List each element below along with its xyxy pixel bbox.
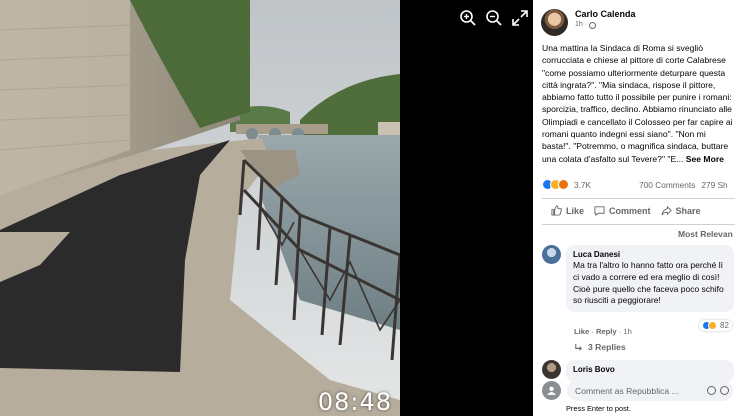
- viewer-controls: [458, 8, 530, 28]
- commenter-avatar[interactable]: [542, 245, 561, 264]
- share-icon: [660, 205, 672, 216]
- comment-reaction-count: 82: [720, 321, 729, 330]
- photo-viewer: 08:48 Carlo Calenda 1h · Una mattina la …: [0, 0, 735, 416]
- shares-count[interactable]: 279 Sh: [701, 180, 727, 190]
- author-avatar[interactable]: [541, 9, 568, 36]
- thumbs-up-icon: [551, 205, 562, 216]
- post-panel: Carlo Calenda 1h · Una mattina la Sindac…: [533, 0, 735, 416]
- comments-count[interactable]: 700 Comments: [639, 180, 695, 190]
- comment-text: Ma tra l'altro lo hanno fatto ora perché…: [573, 260, 724, 306]
- reactions-count[interactable]: 3.7K: [574, 180, 591, 190]
- comment-icon: [594, 206, 605, 216]
- comment-bubble: Luca Danesi Ma tra l'altro lo hanno fatt…: [566, 245, 734, 313]
- like-label: Like: [566, 205, 585, 216]
- zoom-out-icon[interactable]: [484, 8, 504, 28]
- comment-actions: Like · Reply · 1h: [574, 327, 632, 336]
- post-body: Una mattina la Sindaca di Roma si svegli…: [542, 42, 735, 165]
- author-block: Carlo Calenda 1h ·: [575, 9, 636, 30]
- camera-icon[interactable]: [720, 386, 729, 395]
- replies-count: 3 Replies: [588, 342, 626, 352]
- reply-arrow-icon: [575, 343, 582, 351]
- commenter-name[interactable]: Luca Danesi: [573, 249, 727, 260]
- comment-reply-link[interactable]: Reply: [596, 327, 617, 336]
- post-meta: 1h ·: [575, 20, 636, 30]
- comment-item: Luca Danesi Ma tra l'altro lo hanno fatt…: [542, 245, 734, 313]
- divider: [542, 198, 735, 199]
- comment-item: Loris Bovo: [542, 360, 734, 382]
- see-more-link[interactable]: See More: [686, 154, 724, 164]
- current-user-avatar: [542, 381, 561, 400]
- zoom-in-icon[interactable]: [458, 8, 478, 28]
- post-photo[interactable]: [0, 0, 400, 416]
- commenter-name[interactable]: Loris Bovo: [573, 364, 727, 375]
- fullscreen-icon[interactable]: [510, 8, 530, 28]
- comment-time[interactable]: 1h: [623, 327, 631, 336]
- comment-like-link[interactable]: Like: [574, 327, 589, 336]
- comment-bubble: Loris Bovo: [566, 360, 734, 382]
- post-text: Una mattina la Sindaca di Roma si svegli…: [542, 43, 733, 164]
- share-button[interactable]: Share: [660, 205, 701, 216]
- comment-button[interactable]: Comment: [594, 205, 651, 216]
- post-header: Carlo Calenda 1h ·: [541, 9, 636, 36]
- author-name[interactable]: Carlo Calenda: [575, 9, 636, 20]
- composer-hint: Press Enter to post.: [566, 404, 631, 413]
- emoji-icon[interactable]: [707, 386, 716, 395]
- reaction-bar: 3.7K 700 Comments 279 Sh: [542, 179, 735, 190]
- comment-reactions[interactable]: 82: [699, 320, 732, 331]
- comment-input[interactable]: Comment as Repubblica ...: [567, 380, 733, 401]
- divider: [542, 224, 735, 225]
- comment-label: Comment: [609, 205, 651, 216]
- comment-composer: Comment as Repubblica ...: [542, 380, 733, 401]
- composer-icons: [707, 386, 733, 395]
- post-time[interactable]: 1h ·: [575, 20, 587, 30]
- angry-reaction-icon: [558, 179, 569, 190]
- share-label: Share: [675, 205, 701, 216]
- post-actions: Like Comment Share: [551, 205, 711, 216]
- globe-icon: [589, 21, 597, 29]
- video-timestamp: 08:48: [317, 388, 392, 416]
- reaction-icons[interactable]: [542, 179, 569, 190]
- haha-reaction-icon: [708, 321, 717, 330]
- comment-input-placeholder: Comment as Repubblica ...: [575, 385, 679, 396]
- view-replies-link[interactable]: 3 Replies: [574, 342, 626, 352]
- commenter-avatar[interactable]: [542, 360, 561, 379]
- photo-panel: 08:48: [0, 0, 400, 416]
- like-button[interactable]: Like: [551, 205, 584, 216]
- comment-sort-dropdown[interactable]: Most Relevan: [678, 229, 733, 239]
